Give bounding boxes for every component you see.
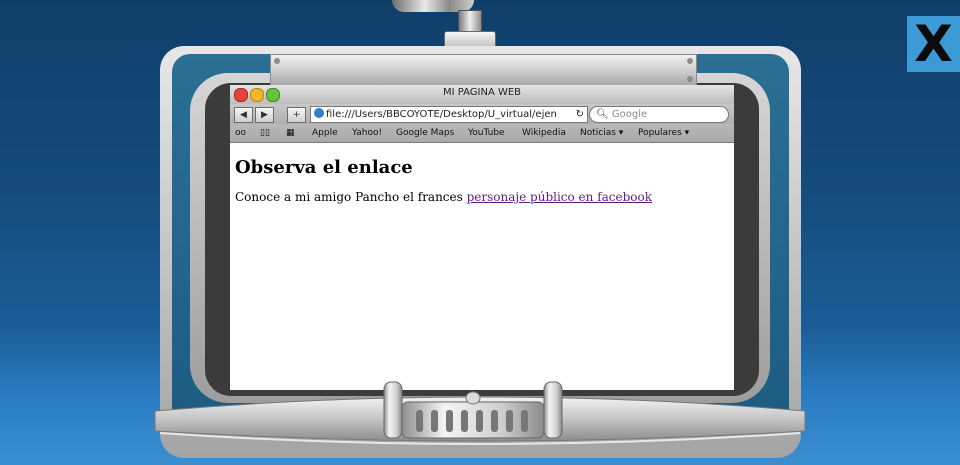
browser-window: MI PAGINA WEB ◀ ▶ + file:///Users/BBCOYO… xyxy=(230,85,734,390)
address-text: file:///Users/BBCOYOTE/Desktop/U_virtual… xyxy=(326,109,557,120)
bookmark-wikipedia[interactable]: Wikipedia xyxy=(522,124,566,142)
bookmark-apple[interactable]: Apple xyxy=(312,124,338,142)
screw-icon xyxy=(687,58,693,64)
bookmark-populares[interactable]: Populares ▾ xyxy=(638,124,689,142)
bookmarks-bar: oo ▯▯ ▦ Apple Yahoo! Google Maps YouTube… xyxy=(230,124,734,143)
bookmarks-book-icon[interactable]: ▯▯ xyxy=(260,124,270,142)
bookmark-noticias[interactable]: Noticias ▾ xyxy=(580,124,623,142)
address-bar[interactable]: file:///Users/BBCOYOTE/Desktop/U_virtual… xyxy=(310,106,588,123)
screw-icon xyxy=(687,76,693,82)
globe-icon xyxy=(314,108,324,118)
back-button[interactable]: ◀ xyxy=(234,107,253,123)
page-paragraph: Conoce a mi amigo Pancho el frances pers… xyxy=(235,190,729,204)
search-field[interactable]: 🔍︎ Google xyxy=(589,106,729,123)
search-icon: 🔍︎ xyxy=(596,109,609,120)
bookmark-youtube[interactable]: YouTube xyxy=(468,124,505,142)
bottom-handle xyxy=(383,381,563,439)
reader-icon[interactable]: oo xyxy=(235,124,246,142)
page-heading: Observa el enlace xyxy=(235,157,413,178)
forward-button[interactable]: ▶ xyxy=(255,107,274,123)
facebook-link[interactable]: personaje público en facebook xyxy=(467,190,652,204)
top-plate xyxy=(270,54,697,86)
window-title: MI PAGINA WEB xyxy=(442,87,522,98)
bookmark-google-maps[interactable]: Google Maps xyxy=(396,124,454,142)
close-button[interactable]: X xyxy=(907,16,960,72)
browser-titlebar: MI PAGINA WEB xyxy=(230,85,734,104)
top-sites-icon[interactable]: ▦ xyxy=(286,124,295,142)
paragraph-text: Conoce a mi amigo Pancho el frances xyxy=(235,190,467,204)
bookmark-yahoo[interactable]: Yahoo! xyxy=(352,124,382,142)
add-bookmark-button[interactable]: + xyxy=(287,107,306,123)
screw-icon xyxy=(274,58,280,64)
browser-toolbar: ◀ ▶ + file:///Users/BBCOYOTE/Desktop/U_v… xyxy=(230,104,734,124)
search-placeholder: Google xyxy=(611,109,648,120)
reload-icon[interactable]: ↻ xyxy=(576,107,584,122)
page-content: Observa el enlace Conoce a mi amigo Panc… xyxy=(230,143,734,218)
